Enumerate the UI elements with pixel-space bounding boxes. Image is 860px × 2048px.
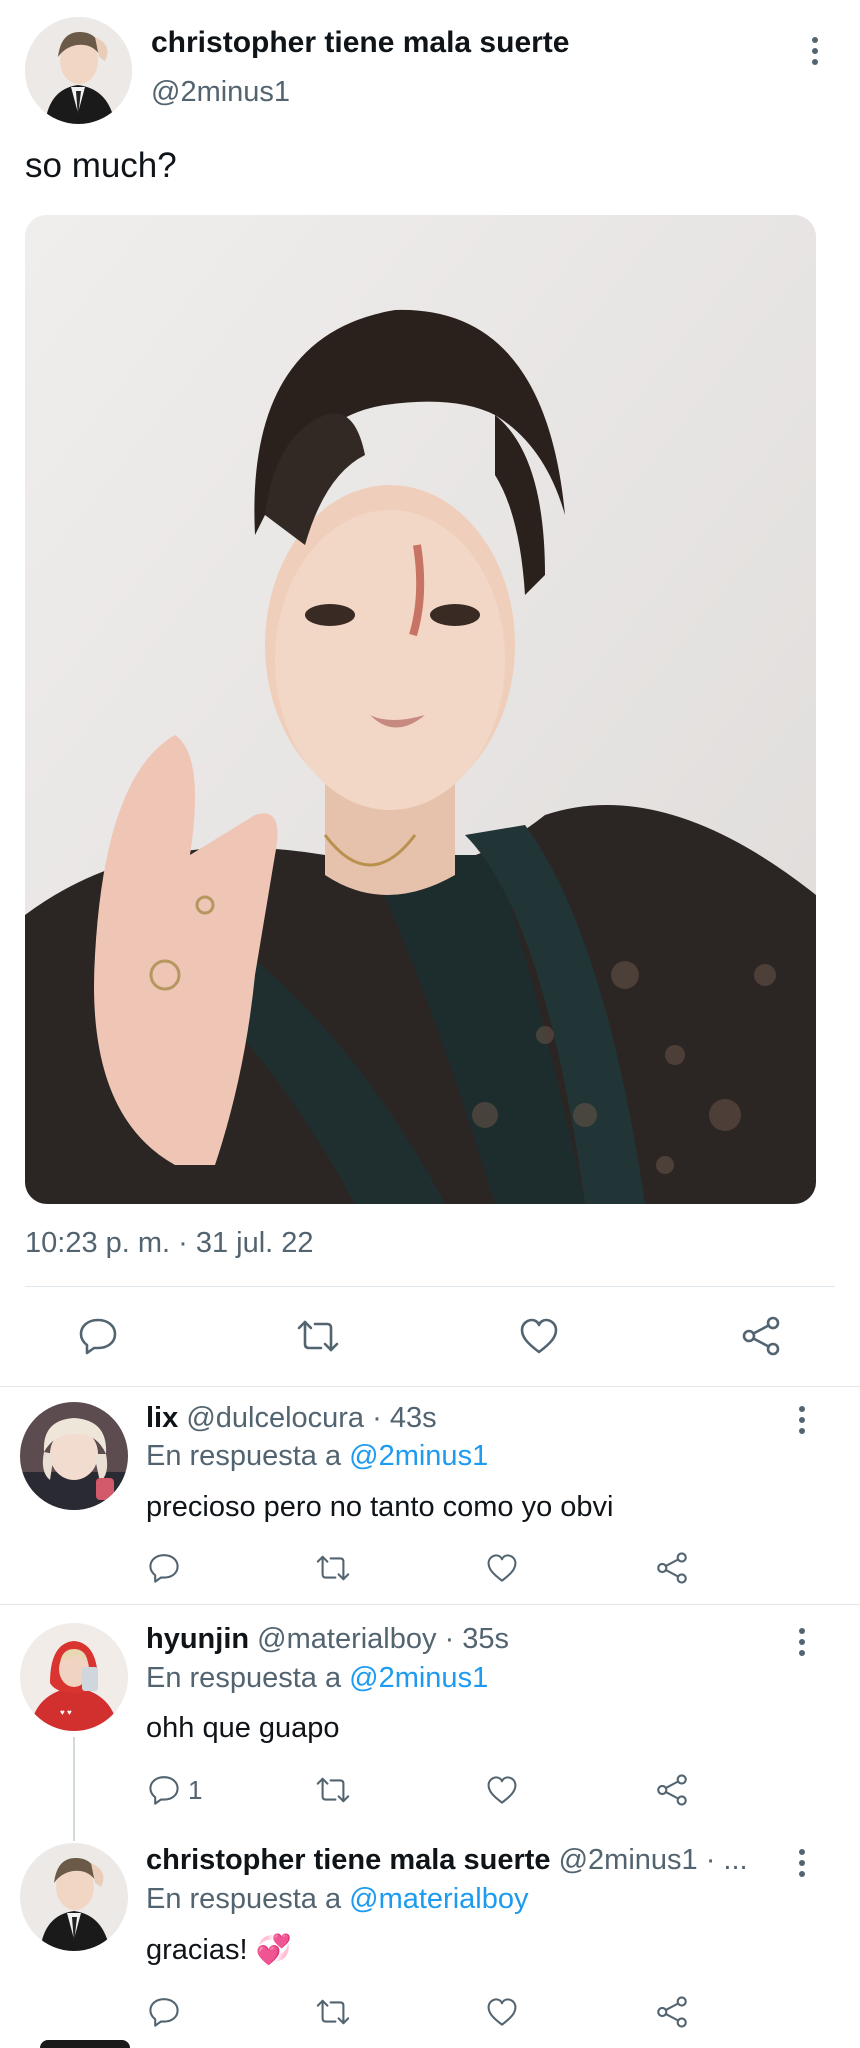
like-icon xyxy=(520,1318,558,1354)
reply-context-mention[interactable]: @2minus1 xyxy=(349,1662,488,1694)
reply-context: En respuesta a @2minus1 xyxy=(146,1437,488,1475)
main-author-name[interactable]: christopher tiene mala suerte xyxy=(151,24,569,62)
avatar-photo xyxy=(20,1843,128,1951)
reply-text: ohh que guapo xyxy=(146,1712,340,1744)
share-icon xyxy=(657,1552,687,1584)
reply-context-mention[interactable]: @2minus1 xyxy=(349,1440,488,1472)
avatar-photo xyxy=(20,1402,128,1510)
like-button[interactable] xyxy=(486,1553,518,1583)
retweet-button[interactable] xyxy=(315,1774,351,1806)
reply-icon xyxy=(149,1776,179,1805)
next-reply-avatar-peek xyxy=(40,2040,130,2048)
reply-context: En respuesta a @2minus1 xyxy=(146,1659,488,1697)
reply-button[interactable]: 1 xyxy=(148,1774,208,1806)
reply-context-label: En respuesta a xyxy=(146,1662,342,1694)
reply-avatar[interactable] xyxy=(20,1843,128,1951)
reply-button[interactable] xyxy=(148,1996,180,2028)
reply-icon xyxy=(79,1318,117,1355)
reply-context: En respuesta a @materialboy xyxy=(146,1880,528,1918)
share-icon xyxy=(742,1316,780,1356)
share-icon xyxy=(657,1774,687,1806)
reply-count: 1 xyxy=(188,1774,203,1805)
retweet-button[interactable] xyxy=(315,1552,351,1584)
reply-icon xyxy=(149,1998,179,2027)
share-button[interactable] xyxy=(655,1773,689,1807)
main-like-button[interactable] xyxy=(519,1317,559,1355)
thread-connector xyxy=(73,1737,75,1841)
more-icon[interactable] xyxy=(797,1628,807,1656)
retweet-icon xyxy=(316,1777,350,1803)
retweet-icon xyxy=(316,1999,350,2025)
reply-context-mention[interactable]: @materialboy xyxy=(349,1883,528,1915)
reply-handle-time[interactable]: @2minus1 · ... xyxy=(559,1844,748,1876)
reply-icon xyxy=(149,1554,179,1583)
reply-handle-time[interactable]: @dulcelocura · 43s xyxy=(186,1402,436,1434)
divider xyxy=(0,1604,860,1605)
more-icon[interactable] xyxy=(810,37,820,65)
reply-context-label: En respuesta a xyxy=(146,1440,342,1472)
avatar-photo xyxy=(25,17,132,124)
reply-context-label: En respuesta a xyxy=(146,1883,342,1915)
main-retweet-button[interactable] xyxy=(296,1316,340,1356)
reply-button[interactable] xyxy=(148,1552,180,1584)
reply-author-name[interactable]: lix xyxy=(146,1402,178,1434)
reply-header: lix @dulcelocura · 43s xyxy=(146,1399,437,1437)
retweet-icon xyxy=(297,1320,339,1352)
share-icon xyxy=(657,1996,687,2028)
like-icon xyxy=(487,1776,517,1804)
reply-avatar[interactable] xyxy=(20,1402,128,1510)
reply-avatar[interactable]: ♥ ♥ xyxy=(20,1623,128,1731)
avatar-photo: ♥ ♥ xyxy=(20,1623,128,1731)
main-share-button[interactable] xyxy=(740,1315,782,1357)
divider xyxy=(0,1386,860,1387)
reply-header: hyunjin @materialboy · 35s xyxy=(146,1620,509,1658)
more-icon[interactable] xyxy=(797,1849,807,1877)
reply-text: gracias! 💞 xyxy=(146,1934,292,1966)
retweet-icon xyxy=(316,1555,350,1581)
like-icon xyxy=(487,1554,517,1582)
share-button[interactable] xyxy=(655,1995,689,2029)
tweet-photo[interactable] xyxy=(25,215,816,1204)
retweet-button[interactable] xyxy=(315,1996,351,2028)
like-button[interactable] xyxy=(486,1997,518,2027)
tweet-timestamp[interactable]: 10:23 p. m. · 31 jul. 22 xyxy=(25,1223,314,1263)
photo-selfie-image xyxy=(25,215,816,1204)
reply-author-name[interactable]: hyunjin xyxy=(146,1623,249,1655)
reply-handle-time[interactable]: @materialboy · 35s xyxy=(257,1623,509,1655)
main-author-avatar[interactable] xyxy=(25,17,132,124)
svg-text:♥ ♥: ♥ ♥ xyxy=(60,1708,72,1717)
like-icon xyxy=(487,1998,517,2026)
share-button[interactable] xyxy=(655,1551,689,1585)
divider xyxy=(25,1286,835,1287)
main-reply-button[interactable] xyxy=(78,1316,118,1356)
reply-author-name[interactable]: christopher tiene mala suerte xyxy=(146,1844,551,1876)
reply-text: precioso pero no tanto como yo obvi xyxy=(146,1491,614,1523)
main-tweet-text: so much? xyxy=(25,146,177,185)
main-author-handle[interactable]: @2minus1 xyxy=(151,74,290,110)
like-button[interactable] xyxy=(486,1775,518,1805)
more-icon[interactable] xyxy=(797,1406,807,1434)
reply-header: christopher tiene mala suerte @2minus1 ·… xyxy=(146,1841,776,1879)
